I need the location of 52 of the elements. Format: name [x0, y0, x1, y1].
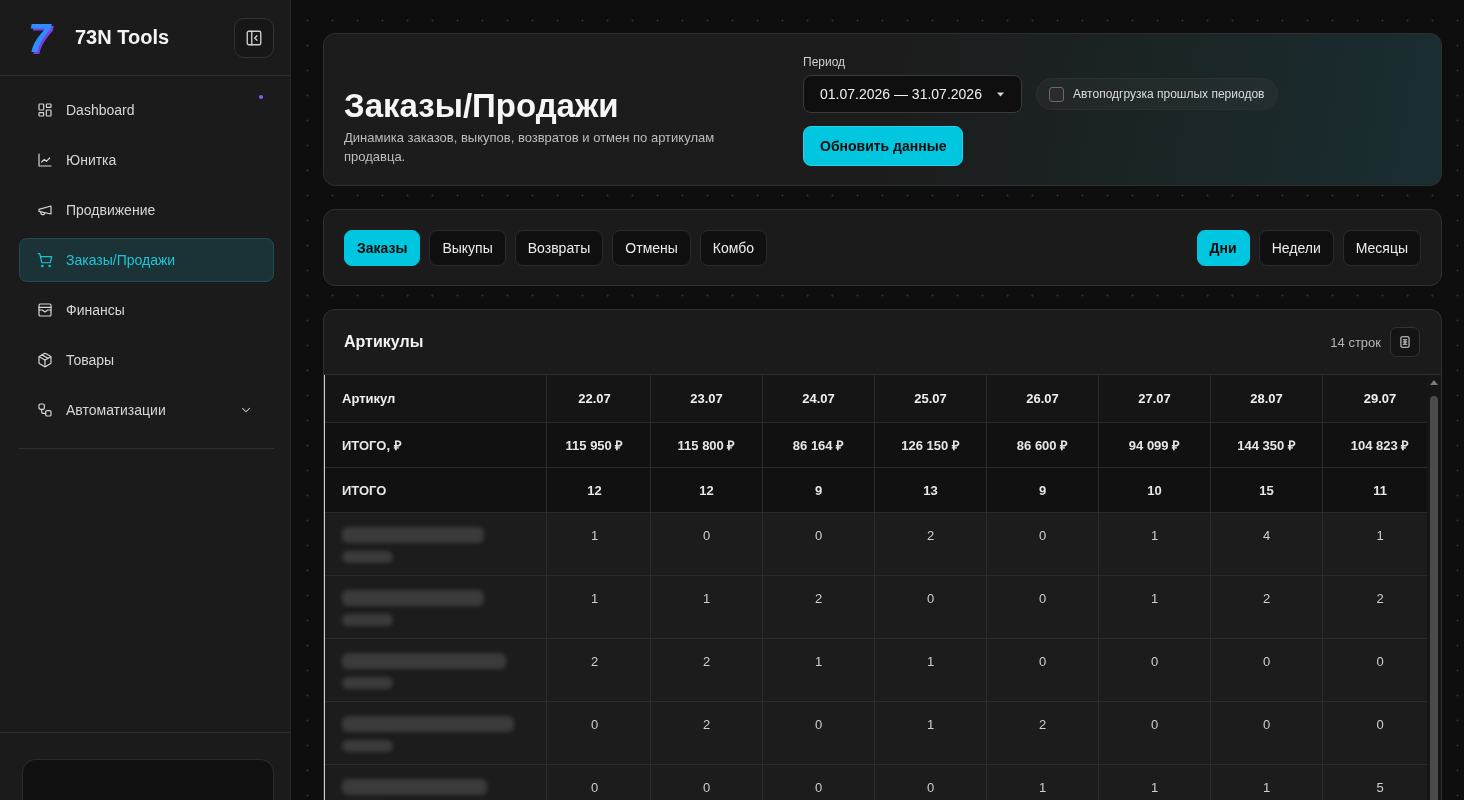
table-cell: 1: [987, 765, 1099, 800]
nav-item[interactable]: Заказы/Продажи: [19, 238, 274, 282]
metric-tab[interactable]: Заказы: [344, 229, 421, 266]
nav-item[interactable]: Юнитка: [19, 138, 274, 182]
period-select[interactable]: 01.07.2026 — 31.07.2026: [803, 75, 1022, 113]
cart-icon: [37, 252, 53, 268]
table-cell: 1: [1211, 765, 1323, 800]
table-cell: 1: [1099, 765, 1211, 800]
inbox-icon: [37, 302, 53, 318]
page-title: Заказы/Продажи: [344, 88, 620, 124]
scrollbar-thumb[interactable]: [1430, 396, 1438, 800]
nav-item[interactable]: Товары: [19, 338, 274, 382]
brand-name: 73N Tools: [75, 26, 170, 49]
metric-tab[interactable]: Возвраты: [514, 229, 604, 266]
metric-tab[interactable]: Комбо: [699, 229, 768, 266]
table-title: Артикулы: [344, 333, 424, 351]
nav-item[interactable]: Dashboard: [19, 88, 274, 132]
sidebar-collapse-button[interactable]: [234, 17, 274, 58]
nav-item[interactable]: Финансы: [19, 288, 274, 332]
table-cell: 0: [651, 765, 763, 800]
spreadsheet-file-icon: [1398, 335, 1412, 349]
metric-tab[interactable]: Выкупы: [429, 229, 506, 266]
scrollbar[interactable]: [1427, 375, 1441, 800]
blurred-text: [342, 551, 393, 563]
workflow-icon: [37, 402, 53, 418]
panel-collapse-icon: [245, 28, 263, 47]
export-button[interactable]: [1390, 327, 1420, 357]
metric-tab[interactable]: Отмены: [612, 229, 691, 266]
line-chart-icon: [37, 152, 53, 168]
period-tab[interactable]: Месяцы: [1342, 229, 1421, 266]
period-tab[interactable]: Недели: [1258, 229, 1334, 266]
megaphone-icon: [37, 202, 53, 218]
period-label: Период: [803, 55, 846, 70]
cube-icon: [37, 352, 53, 368]
blurred-text: [342, 614, 393, 626]
row-count: 14 строк: [1330, 334, 1381, 350]
blurred-text: [342, 677, 393, 689]
nav-item[interactable]: Продвижение: [19, 188, 274, 232]
period-tab[interactable]: Дни: [1196, 229, 1250, 266]
dashboard-grid-icon: [37, 102, 53, 118]
blurred-text: [342, 740, 393, 752]
table-cell: 0: [547, 765, 651, 800]
table-cell: 0: [875, 765, 987, 800]
refresh-button[interactable]: Обновить данные: [803, 126, 964, 166]
page-subtitle: Динамика заказов, выкупов, возвратов и отмен по артикулам продавца.: [344, 129, 716, 166]
caret-icon: [997, 91, 1004, 97]
nav-item[interactable]: Автоматизации: [19, 388, 274, 432]
checkbox[interactable]: [1049, 86, 1064, 102]
scroll-up-arrow-icon[interactable]: [1430, 380, 1438, 385]
table-cell: 0: [763, 765, 875, 800]
logo-mark: 7: [28, 17, 53, 58]
autoload-toggle[interactable]: Автоподгрузка прошлых периодов: [1036, 78, 1279, 110]
